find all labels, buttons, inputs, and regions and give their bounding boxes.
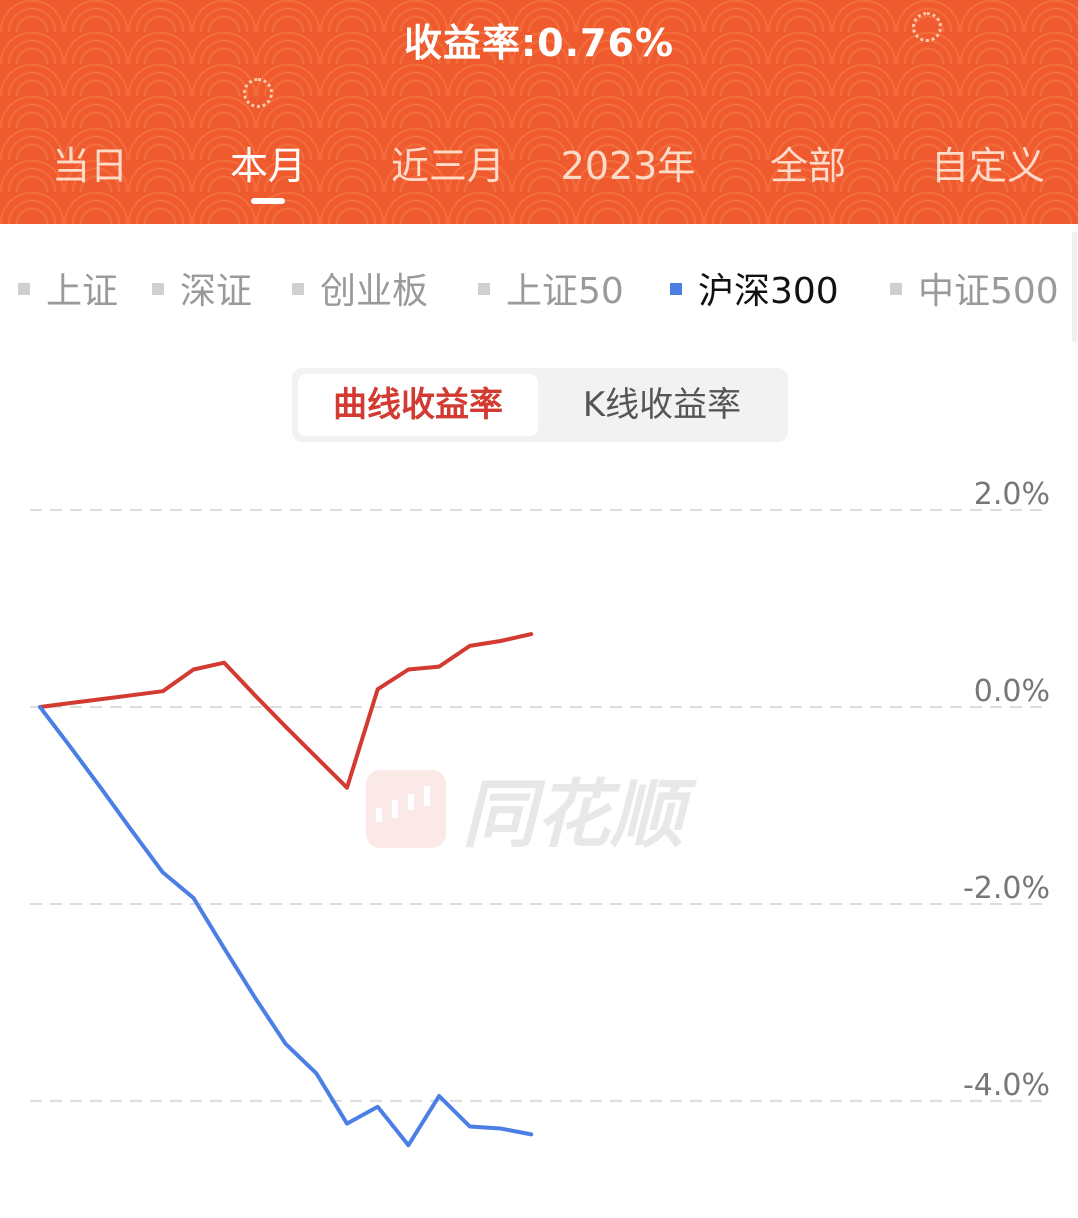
tab-label: 本月 xyxy=(229,144,306,188)
index-shenzhen[interactable]: 深证 xyxy=(152,262,252,314)
candle-mark xyxy=(392,800,398,818)
candle-mark xyxy=(424,786,430,806)
index-selector: 上证 深证 创业板 上证50 沪深300 中证500 xyxy=(0,262,1078,318)
tab-label: 全部 xyxy=(769,144,846,188)
y-tick-label: -2.0% xyxy=(963,871,1050,906)
index-shanghai[interactable]: 上证 xyxy=(18,262,118,314)
index-label: 上证 xyxy=(46,271,119,312)
legend-square-icon xyxy=(292,283,304,295)
benchmark-return-line xyxy=(38,705,534,1148)
index-label: 深证 xyxy=(180,271,253,312)
index-csi300[interactable]: 沪深300 xyxy=(670,262,839,314)
index-label: 沪深300 xyxy=(698,271,839,312)
index-label: 上证50 xyxy=(506,271,624,312)
legend-square-icon xyxy=(18,283,30,295)
y-tick-label: 0.0% xyxy=(974,674,1050,709)
active-tab-indicator xyxy=(251,198,285,204)
tab-last-three-months[interactable]: 近三月 xyxy=(358,135,538,190)
watermark: 同花顺 xyxy=(366,770,697,858)
y-tick-label: 2.0% xyxy=(974,477,1050,512)
legend-square-icon xyxy=(890,283,902,295)
tab-label: 近三月 xyxy=(390,144,505,188)
chart-mode-toggle: 曲线收益率 K线收益率 xyxy=(292,368,788,442)
tab-year-2023[interactable]: 2023年 xyxy=(538,135,718,190)
tab-label: 2023年 xyxy=(560,144,696,188)
legend-square-icon xyxy=(152,283,164,295)
legend-square-icon xyxy=(670,283,682,295)
index-label: 创业板 xyxy=(320,271,429,312)
curve-return-button[interactable]: 曲线收益率 xyxy=(298,374,538,436)
kline-return-button[interactable]: K线收益率 xyxy=(542,374,782,436)
tab-label: 当日 xyxy=(51,144,128,188)
candle-mark xyxy=(408,794,414,810)
tab-this-month[interactable]: 本月 xyxy=(178,135,358,204)
loading-spinner-icon xyxy=(243,78,273,108)
portfolio-return-line xyxy=(38,632,534,790)
tab-today[interactable]: 当日 xyxy=(0,135,180,190)
index-sse50[interactable]: 上证50 xyxy=(478,262,624,314)
index-label: 中证500 xyxy=(918,271,1059,312)
candle-mark xyxy=(376,808,382,822)
tab-all[interactable]: 全部 xyxy=(718,135,898,190)
header: 收益率:0.76% 当日 本月 近三月 2023年 全部 自定义 xyxy=(0,0,1078,224)
y-tick-label: -4.0% xyxy=(963,1068,1050,1103)
tab-custom[interactable]: 自定义 xyxy=(898,135,1078,190)
return-line-chart: 2.0% 0.0% -2.0% -4.0% 同花顺 xyxy=(30,477,1050,1148)
tab-label: 自定义 xyxy=(930,144,1045,188)
watermark-text: 同花顺 xyxy=(462,772,697,858)
period-tabs: 当日 本月 近三月 2023年 全部 自定义 xyxy=(0,135,1078,205)
legend-square-icon xyxy=(478,283,490,295)
chart-series xyxy=(38,632,534,1148)
scrollbar[interactable] xyxy=(1072,232,1077,342)
index-csi500[interactable]: 中证500 xyxy=(890,262,1059,314)
index-chinext[interactable]: 创业板 xyxy=(292,262,428,314)
loading-spinner-icon xyxy=(912,12,942,42)
